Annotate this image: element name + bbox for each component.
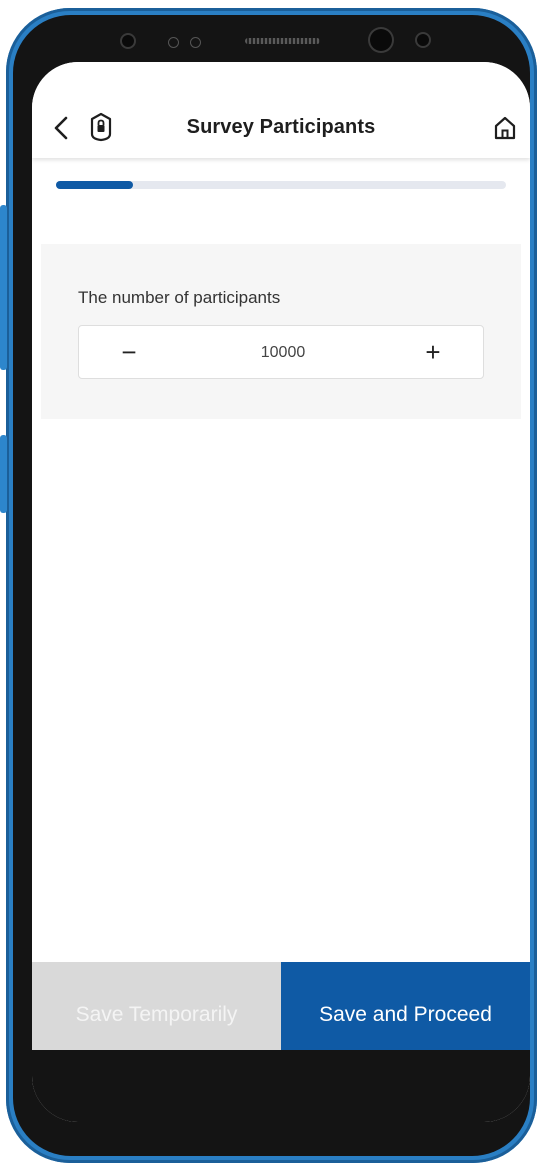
- app-header: Survey Participants: [32, 62, 530, 158]
- decrement-button[interactable]: −: [99, 326, 159, 378]
- front-camera-icon: [370, 29, 392, 51]
- front-sensor-icon: [122, 35, 134, 47]
- screen-bottom-bezel: [32, 1050, 530, 1122]
- sensor-dot-icon: [190, 37, 201, 48]
- power-button: [0, 435, 7, 513]
- earpiece-speaker: [245, 38, 320, 44]
- sensor-dot-icon: [168, 37, 179, 48]
- iris-sensor-icon: [417, 34, 429, 46]
- participants-card: The number of participants − +: [41, 244, 521, 419]
- volume-button: [0, 205, 7, 370]
- progress-bar: [56, 181, 506, 189]
- page-title: Survey Participants: [186, 116, 376, 138]
- progress-fill: [56, 181, 133, 189]
- participants-input[interactable]: [179, 326, 387, 380]
- participants-label: The number of participants: [78, 288, 281, 307]
- participants-stepper: − +: [78, 325, 484, 380]
- home-icon[interactable]: [492, 114, 518, 142]
- sensor-bar: [80, 25, 463, 61]
- increment-button[interactable]: +: [403, 326, 463, 378]
- app-screen: Survey Participants The number of partic…: [32, 62, 530, 1122]
